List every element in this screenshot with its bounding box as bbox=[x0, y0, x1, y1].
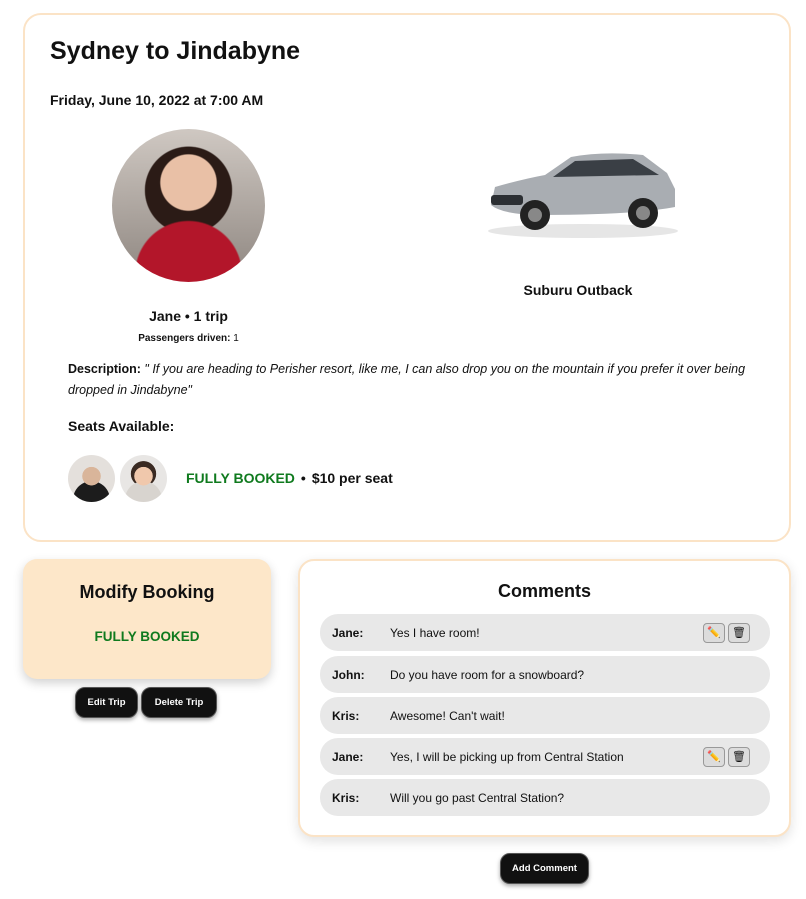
comments-title: Comments bbox=[497, 581, 591, 601]
passenger-avatar bbox=[120, 455, 167, 502]
comment-row: Kris: Will you go past Central Station? bbox=[320, 779, 770, 816]
separator: • bbox=[300, 470, 306, 486]
comment-text: Yes, I will be picking up from Central S… bbox=[390, 749, 624, 764]
pencil-icon[interactable]: ✏️ bbox=[703, 622, 725, 643]
comments-card: Comments Jane: Yes I have room! ✏️ 🗑 Joh… bbox=[298, 559, 791, 837]
passengers-driven-label: Passengers driven: bbox=[138, 333, 231, 344]
comment-row: Kris: Awesome! Can't wait! bbox=[320, 697, 770, 734]
trash-icon[interactable]: 🗑 bbox=[728, 746, 750, 767]
pencil-icon[interactable]: ✏️ bbox=[703, 746, 725, 767]
passengers-driven-value: 1 bbox=[233, 333, 239, 344]
comment-author: Jane: bbox=[332, 749, 364, 764]
comment-author: Jane: bbox=[332, 625, 364, 640]
description-label: Description: bbox=[68, 362, 141, 376]
edit-trip-button[interactable]: Edit Trip bbox=[75, 687, 138, 718]
modify-booking-card: Modify Booking FULLY BOOKED bbox=[23, 559, 271, 679]
comment-author: Kris: bbox=[332, 790, 360, 805]
driver-avatar bbox=[112, 129, 265, 282]
comment-author: Kris: bbox=[332, 708, 360, 723]
delete-trip-button[interactable]: Delete Trip bbox=[141, 687, 217, 718]
modify-booking-status: FULLY BOOKED bbox=[94, 629, 200, 644]
comment-row: Jane: Yes I have room! ✏️ 🗑 bbox=[320, 614, 770, 651]
car-name: Suburu Outback bbox=[523, 282, 633, 298]
comment-text: Do you have room for a snowboard? bbox=[390, 667, 585, 682]
trip-title: Sydney to Jindabyne bbox=[50, 37, 301, 65]
comment-author: John: bbox=[332, 667, 365, 682]
seats-status: FULLY BOOKED • $10 per seat bbox=[186, 470, 393, 486]
comment-row: John: Do you have room for a snowboard? bbox=[320, 656, 770, 693]
comment-text: Awesome! Can't wait! bbox=[390, 708, 505, 723]
trip-description: Description: " If you are heading to Per… bbox=[68, 359, 758, 401]
trip-datetime: Friday, June 10, 2022 at 7:00 AM bbox=[50, 92, 264, 108]
comment-actions: ✏️ 🗑 bbox=[703, 622, 750, 643]
passenger-avatar bbox=[68, 455, 115, 502]
comment-actions: ✏️ 🗑 bbox=[703, 746, 750, 767]
seat-price: $10 per seat bbox=[311, 470, 393, 486]
passengers-driven: Passengers driven: 1 bbox=[112, 333, 265, 344]
trash-icon[interactable]: 🗑 bbox=[728, 622, 750, 643]
add-comment-button[interactable]: Add Comment bbox=[500, 853, 589, 884]
booking-status: FULLY BOOKED bbox=[186, 470, 295, 486]
comment-text: Yes I have room! bbox=[390, 625, 480, 640]
modify-booking-title: Modify Booking bbox=[79, 582, 215, 602]
comment-row: Jane: Yes, I will be picking up from Cen… bbox=[320, 738, 770, 775]
trip-card: Sydney to Jindabyne Friday, June 10, 202… bbox=[23, 13, 791, 542]
description-text: " If you are heading to Perisher resort,… bbox=[68, 362, 746, 397]
seats-available-label: Seats Available: bbox=[68, 418, 175, 434]
comment-text: Will you go past Central Station? bbox=[390, 790, 565, 805]
car-image bbox=[488, 153, 678, 238]
driver-name: Jane • 1 trip bbox=[149, 308, 228, 324]
